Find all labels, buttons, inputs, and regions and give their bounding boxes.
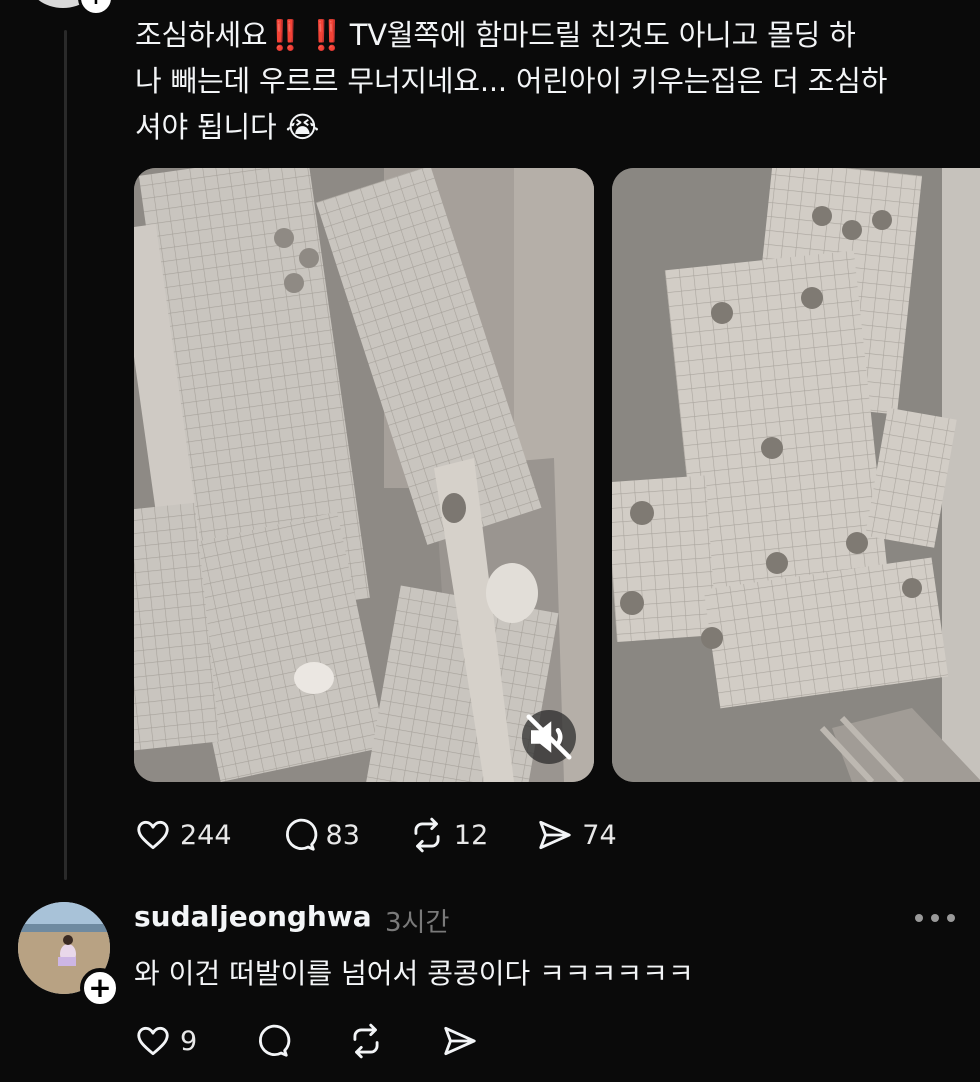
thread-line bbox=[64, 30, 67, 880]
follow-author-button[interactable]: + bbox=[78, 0, 114, 16]
heart-icon bbox=[137, 820, 169, 850]
more-icon[interactable] bbox=[915, 912, 955, 924]
reply-like-count: 9 bbox=[180, 1025, 198, 1057]
repost-button[interactable]: 12 bbox=[408, 816, 488, 854]
reply-comment-button[interactable] bbox=[253, 1022, 291, 1060]
post-text-line-1: TV월쪽에 함마드릴 친것도 아니고 몰딩 하 bbox=[349, 18, 856, 52]
plus-icon: + bbox=[88, 971, 112, 1004]
post-text-line-2: 나 빼는데 우르르 무너지네요... 어린아이 키우는집은 더 조심하 bbox=[135, 64, 888, 98]
repost-icon bbox=[414, 817, 440, 853]
share-icon bbox=[539, 820, 571, 850]
comment-icon bbox=[285, 818, 317, 851]
reply-actions: 9 bbox=[134, 1018, 535, 1064]
double-exclamation-icon: ‼️ bbox=[308, 18, 345, 52]
comment-icon bbox=[259, 1024, 291, 1057]
mute-icon bbox=[526, 714, 572, 760]
mute-button[interactable] bbox=[522, 710, 576, 764]
like-button[interactable]: 244 bbox=[134, 816, 232, 854]
reply-text: 와 이건 떠발이를 넘어서 콩콩이다 ㅋㅋㅋㅋㅋㅋ bbox=[134, 957, 694, 990]
reply-timestamp: 3시간 bbox=[385, 908, 450, 938]
reply-like-button[interactable]: 9 bbox=[134, 1022, 197, 1060]
reply-repost-button[interactable] bbox=[347, 1022, 385, 1060]
post-video[interactable] bbox=[134, 168, 594, 782]
share-button[interactable]: 74 bbox=[536, 816, 617, 854]
heart-icon bbox=[137, 1026, 169, 1056]
reply-share-button[interactable] bbox=[441, 1022, 479, 1060]
double-exclamation-icon: ‼️ bbox=[267, 18, 303, 52]
plus-icon: + bbox=[87, 0, 105, 9]
collapsed-tiles-photo bbox=[612, 168, 980, 782]
follow-reply-user-button[interactable]: + bbox=[80, 968, 120, 1008]
share-icon bbox=[444, 1026, 476, 1056]
repost-icon bbox=[353, 1023, 379, 1059]
share-count: 74 bbox=[582, 819, 617, 851]
post-image[interactable] bbox=[612, 168, 980, 782]
crying-emoji: 😭 bbox=[285, 110, 320, 144]
collapsed-tiles-video-frame bbox=[134, 168, 594, 782]
like-count: 244 bbox=[180, 819, 232, 851]
post-text-line-3: 셔야 됩니다 bbox=[135, 110, 277, 144]
post-text: 조심하세요‼️ ‼️ TV월쪽에 함마드릴 친것도 아니고 몰딩 하 나 빼는데… bbox=[135, 12, 965, 150]
reply-item: + sudaljeonghwa 3시간 와 이건 떠발이를 넘어서 콩콩이다 ㅋ… bbox=[0, 890, 980, 1082]
repost-count: 12 bbox=[453, 819, 489, 851]
post-text-prefix: 조심하세요 bbox=[135, 18, 268, 52]
post-actions: 244 83 12 74 bbox=[134, 812, 665, 858]
comment-button[interactable]: 83 bbox=[280, 816, 360, 854]
comment-count: 83 bbox=[325, 819, 360, 851]
reply-username[interactable]: sudaljeonghwa bbox=[134, 900, 372, 933]
